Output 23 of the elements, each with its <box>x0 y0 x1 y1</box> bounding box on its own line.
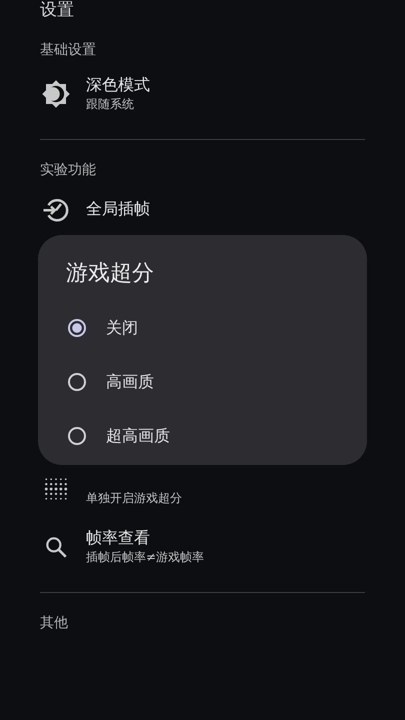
setting-item[interactable]: 单独开启游戏超分 <box>40 466 365 511</box>
section-header: 基础设置 <box>40 41 97 60</box>
option-label[interactable]: 关闭 <box>106 318 138 338</box>
radio-button[interactable] <box>68 427 86 445</box>
radio-button[interactable] <box>68 319 86 337</box>
radio-button[interactable] <box>68 373 86 391</box>
setting-item[interactable]: 全局插帧 <box>40 190 365 228</box>
option-label[interactable]: 超高画质 <box>106 426 170 446</box>
section-header: 实验功能 <box>40 161 97 180</box>
setting-title: 深色模式 <box>86 74 150 96</box>
section-header: 其他 <box>40 614 69 633</box>
setting-subtitle: 跟随系统 <box>86 96 135 113</box>
dialog-title: 游戏超分 <box>66 260 155 288</box>
dot-grid-icon <box>43 476 69 502</box>
dark-mode-icon <box>41 78 71 108</box>
setting-title: 帧率查看 <box>86 527 151 549</box>
option-label[interactable]: 高画质 <box>106 372 154 392</box>
setting-subtitle: 单独开启游戏超分 <box>86 490 182 507</box>
setting-item[interactable]: 帧率查看 插帧后帧率≠游戏帧率 <box>40 523 365 570</box>
page-title: 设置 <box>40 0 75 20</box>
setting-subtitle: 插帧后帧率≠游戏帧率 <box>86 549 204 566</box>
setting-title: 全局插帧 <box>86 198 150 220</box>
setting-item[interactable]: 深色模式 跟随系统 <box>40 70 365 117</box>
